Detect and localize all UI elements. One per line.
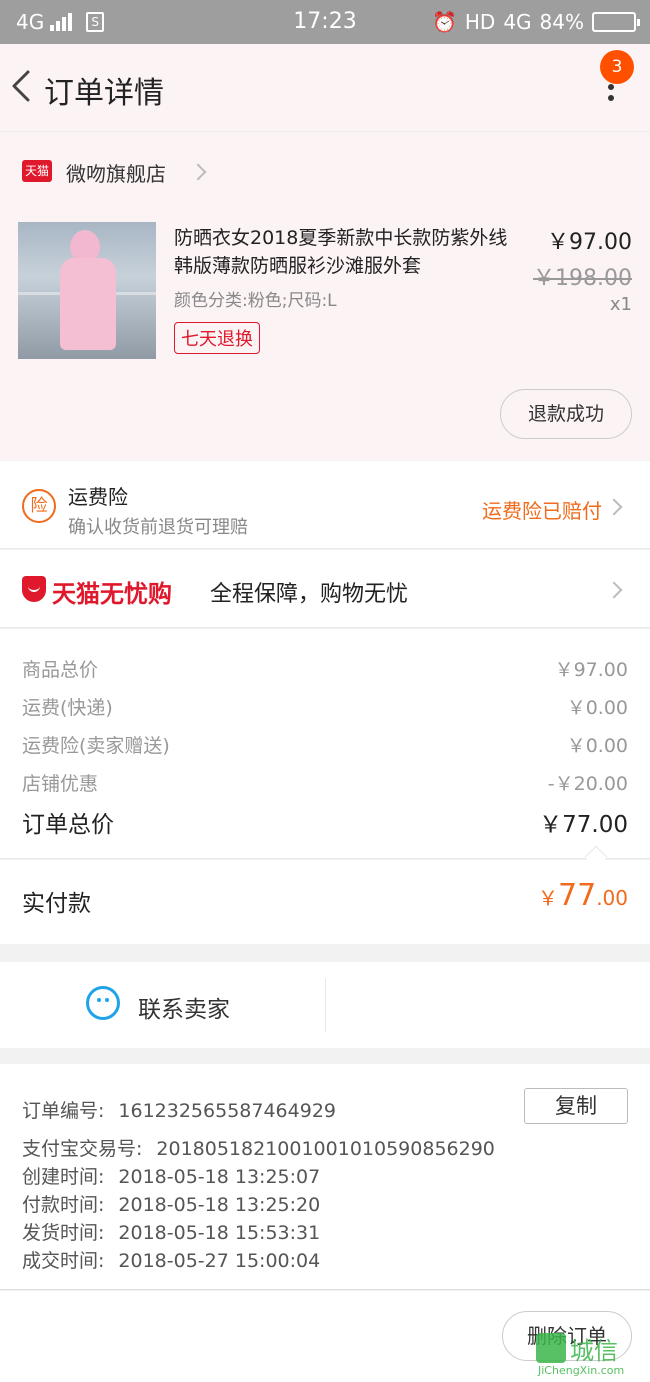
paid-decimal: .00 [596, 886, 628, 910]
summary-label: 商品总价 [22, 659, 99, 681]
refund-status-button[interactable]: 退款成功 [500, 389, 632, 439]
paid-integer: 77 [558, 878, 597, 913]
battery-icon [592, 12, 640, 32]
info-label: 支付宝交易号: [22, 1138, 143, 1160]
shipped-time: 2018-05-18 15:53:31 [118, 1222, 321, 1244]
info-label: 成交时间: [22, 1250, 105, 1272]
shipping-insurance-row[interactable]: 险 运费险 确认收货前退货可理赔 运费险已赔付 [0, 461, 650, 549]
created-time-row: 创建时间: 2018-05-18 13:25:07 [22, 1162, 320, 1189]
guarantee-text: 全程保障，购物无忧 [210, 582, 409, 607]
product-original-price: ￥198.00 [533, 266, 632, 291]
status-bar: 4G S 17:23 ⏰ HD 4G 84% [0, 0, 650, 44]
product-quantity: x1 [609, 294, 632, 315]
shop-name: 微吻旗舰店 [66, 162, 166, 186]
insurance-icon: 险 [22, 489, 56, 523]
shop-row[interactable]: 天猫 微吻旗舰店 [0, 150, 650, 194]
chevron-right-icon [605, 498, 623, 516]
info-label: 订单编号: [22, 1100, 105, 1122]
order-item-card: 天猫 微吻旗舰店 防晒衣女2018夏季新款中长款防紫外线韩版薄款防晒服衫沙滩服外… [0, 132, 650, 460]
watermark-url: JiChengXin.com [538, 1364, 625, 1377]
tmall-logo-icon: 天猫 [22, 160, 52, 182]
watermark-text: 城信 [570, 1337, 618, 1365]
battery-percent: 84% [539, 10, 584, 34]
insurance-title: 运费险 [68, 485, 128, 509]
guarantee-brand: 天猫无忧购 [52, 580, 172, 608]
insurance-subtitle: 确认收货前退货可理赔 [68, 517, 248, 538]
chevron-right-icon [605, 581, 623, 599]
paid-time-row: 付款时间: 2018-05-18 13:25:20 [22, 1190, 320, 1217]
shipped-time-row: 发货时间: 2018-05-18 15:53:31 [22, 1218, 320, 1245]
contact-seller-button[interactable]: 联系卖家 [0, 962, 326, 1048]
back-arrow-icon[interactable] [8, 66, 36, 106]
alarm-icon: ⏰ [431, 10, 457, 34]
summary-value: ￥0.00 [566, 735, 628, 757]
order-info: 订单编号: 161232565587464929 复制 支付宝交易号: 201805… [0, 1064, 650, 1290]
product-sku: 颜色分类:粉色;尺码:L [174, 291, 337, 311]
watermark-logo: 城信 JiChengXin.com [528, 1331, 646, 1379]
paid-amount-row: 实付款 ￥77.00 [0, 860, 650, 944]
paid-amount: ￥77.00 [538, 878, 628, 913]
watermark-icon [536, 1333, 566, 1363]
product-price: ￥97.00 [547, 230, 632, 255]
app-header: 订单详情 3 [0, 44, 650, 132]
summary-value: ￥0.00 [566, 697, 628, 719]
summary-row: 店铺优惠 -￥20.00 [22, 769, 628, 799]
contact-bar: 联系卖家 [0, 962, 650, 1048]
copy-button[interactable]: 复制 [524, 1088, 628, 1124]
insurance-status: 运费险已赔付 [482, 499, 602, 523]
product-image[interactable] [18, 222, 156, 359]
order-total-label: 订单总价 [22, 812, 114, 838]
chevron-right-icon [189, 163, 207, 181]
paid-time: 2018-05-18 13:25:20 [118, 1194, 321, 1216]
shield-icon [22, 576, 46, 602]
summary-row: 运费险(卖家赠送) ￥0.00 [22, 731, 628, 761]
info-label: 创建时间: [22, 1166, 105, 1188]
info-label: 发货时间: [22, 1222, 105, 1244]
summary-label: 运费险(卖家赠送) [22, 735, 170, 757]
contact-seller-label: 联系卖家 [138, 997, 230, 1023]
product-title[interactable]: 防晒衣女2018夏季新款中长款防紫外线韩版薄款防晒服衫沙滩服外套 [174, 224, 514, 280]
created-time: 2018-05-18 13:25:07 [118, 1166, 321, 1188]
price-summary: 商品总价 ￥97.00 运费(快递) ￥0.00 运费险(卖家赠送) ￥0.00… [0, 629, 650, 869]
chat-icon [86, 986, 120, 1020]
order-total-value: ￥77.00 [539, 812, 628, 838]
summary-row: 运费(快递) ￥0.00 [22, 693, 628, 723]
footer-bar: 删除订单 城信 JiChengXin.com [0, 1291, 650, 1382]
alipay-number-row: 支付宝交易号: 2018051821001001010590856290 [22, 1134, 495, 1161]
summary-value: -￥20.00 [547, 773, 628, 795]
paid-label: 实付款 [22, 891, 91, 917]
page-title: 订单详情 [44, 76, 164, 111]
completed-time-row: 成交时间: 2018-05-27 15:00:04 [22, 1246, 320, 1273]
order-total-row: 订单总价 ￥77.00 [22, 805, 628, 839]
alipay-number: 2018051821001001010590856290 [156, 1138, 495, 1160]
summary-label: 运费(快递) [22, 697, 113, 719]
notification-badge: 3 [600, 50, 634, 84]
network-right-label: 4G [503, 10, 532, 34]
info-label: 付款时间: [22, 1194, 105, 1216]
summary-row: 商品总价 ￥97.00 [22, 655, 628, 685]
return-policy-tag: 七天退换 [174, 322, 260, 354]
summary-label: 店铺优惠 [22, 773, 99, 795]
hd-label: HD [464, 10, 496, 34]
guarantee-row[interactable]: 天猫无忧购 全程保障，购物无忧 [0, 550, 650, 628]
divider [325, 978, 326, 1032]
order-number-row: 订单编号: 161232565587464929 [22, 1096, 336, 1123]
completed-time: 2018-05-27 15:00:04 [118, 1250, 321, 1272]
summary-value: ￥97.00 [554, 659, 628, 681]
paid-currency: ￥ [538, 886, 558, 910]
order-number: 161232565587464929 [118, 1100, 336, 1122]
